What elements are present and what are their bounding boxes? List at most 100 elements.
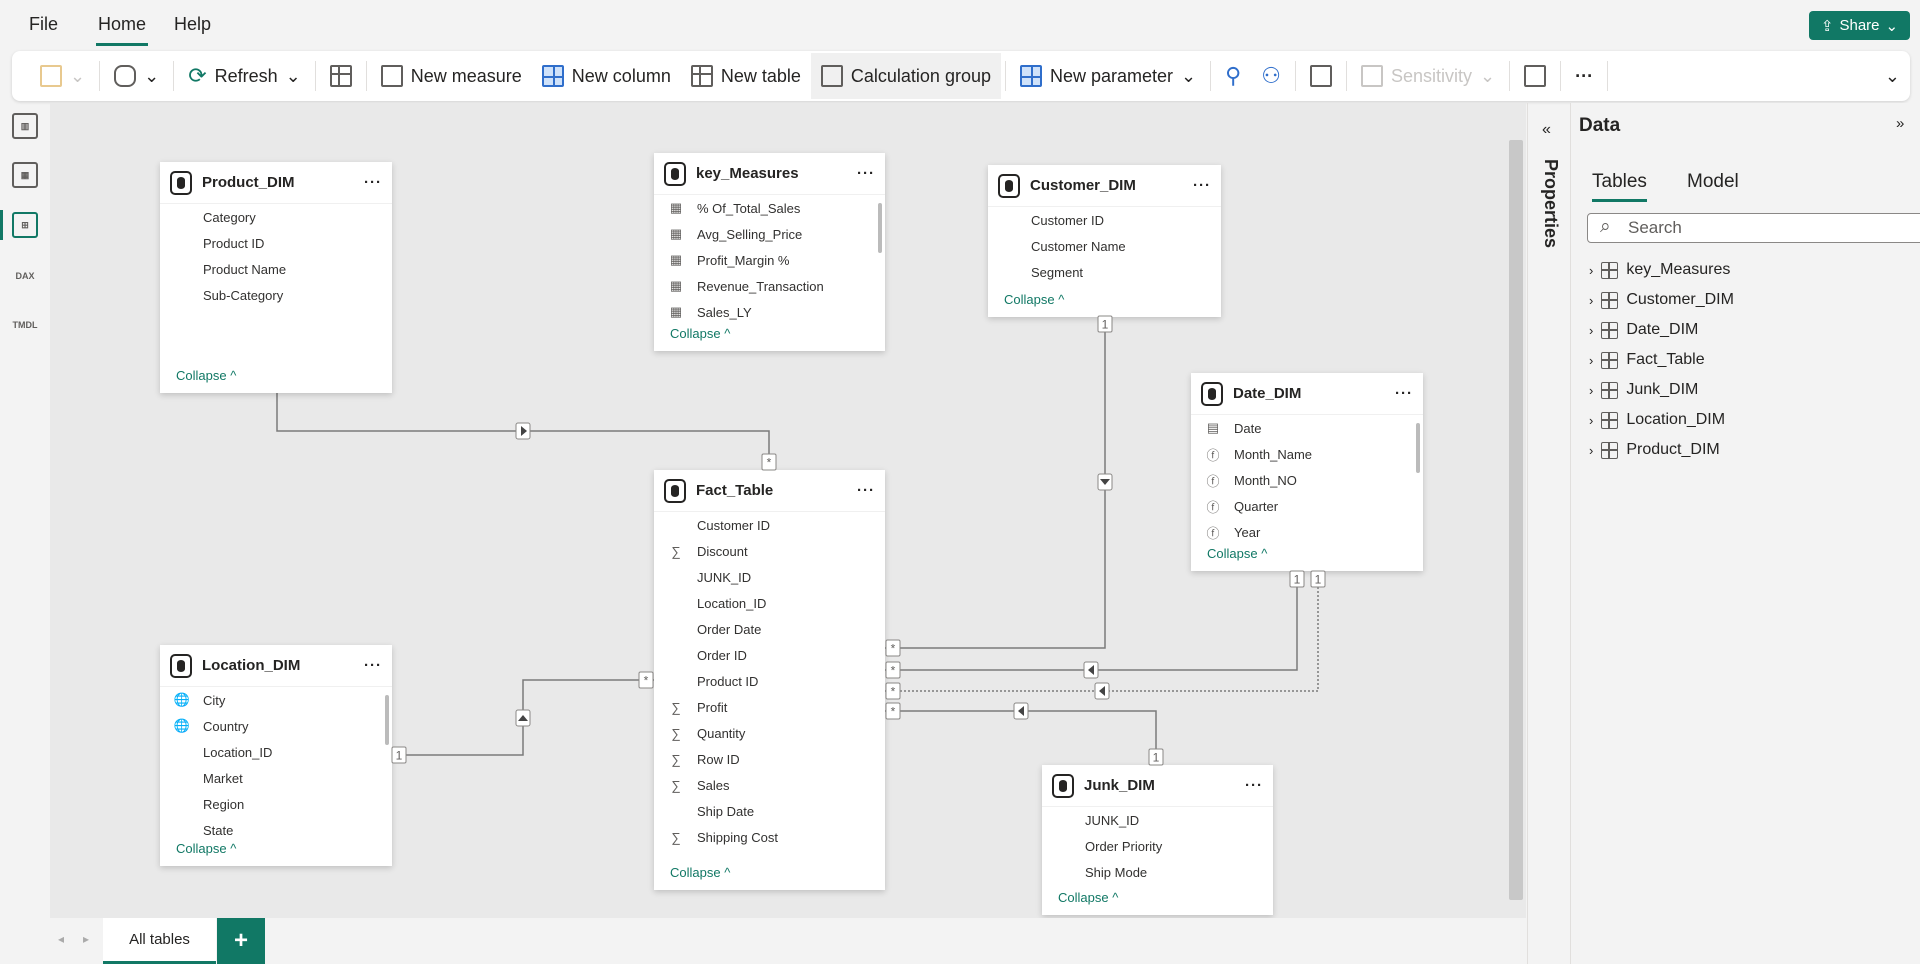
more-options-icon[interactable]: ···: [364, 657, 382, 674]
collapse-link[interactable]: Collapse ^: [670, 326, 730, 341]
vertical-scrollbar[interactable]: [1509, 140, 1523, 900]
table-card-header[interactable]: Product_DIM ···: [160, 162, 392, 204]
field-row[interactable]: Customer ID: [988, 207, 1221, 233]
refresh-button[interactable]: ⟳ Refresh ⌄: [178, 53, 311, 99]
new-column-button[interactable]: New column: [532, 53, 681, 99]
view-as-button[interactable]: ⚇: [1251, 53, 1291, 99]
collapse-link[interactable]: Collapse ^: [176, 368, 236, 383]
properties-label[interactable]: Properties: [1540, 159, 1561, 248]
field-row[interactable]: Location_ID: [160, 739, 392, 765]
collapse-link[interactable]: Collapse ^: [670, 865, 730, 880]
table-card-header[interactable]: key_Measures ···: [654, 153, 885, 195]
field-row[interactable]: Product Name: [160, 256, 392, 282]
chevron-right-icon[interactable]: ›: [1589, 293, 1593, 308]
field-row[interactable]: ⓕ Month_NO: [1191, 467, 1423, 493]
data-tree-item[interactable]: › Fact_Table: [1589, 345, 1705, 375]
table-card-header[interactable]: Junk_DIM ···: [1042, 765, 1273, 807]
table-card-header[interactable]: Fact_Table ···: [654, 470, 885, 512]
field-row[interactable]: ▦ Sales_LY: [654, 299, 885, 325]
more-options-icon[interactable]: ···: [857, 165, 875, 182]
ribbon-expand-button[interactable]: ⌄: [1875, 53, 1910, 99]
data-tree-item[interactable]: › Location_DIM: [1589, 405, 1725, 435]
field-row[interactable]: ▤ Date: [1191, 415, 1423, 441]
field-row[interactable]: ▦ % Of_Total_Sales: [654, 195, 885, 221]
field-row[interactable]: ∑ Sales: [654, 772, 885, 798]
menu-help[interactable]: Help: [172, 14, 213, 43]
table-card-junk[interactable]: Junk_DIM ··· JUNK_ID Order Priority Ship Mod…: [1042, 765, 1273, 915]
field-row[interactable]: State: [160, 817, 392, 843]
field-row[interactable]: ∑ Row ID: [654, 746, 885, 772]
table-card-header[interactable]: Customer_DIM ···: [988, 165, 1221, 207]
data-tree-item[interactable]: › key_Measures: [1589, 255, 1730, 285]
data-tree-item[interactable]: › Customer_DIM: [1589, 285, 1734, 315]
report-view-icon[interactable]: ▥: [12, 113, 38, 139]
model-view-icon[interactable]: ⊞: [12, 212, 38, 238]
card-scrollbar[interactable]: [878, 203, 882, 253]
collapse-link[interactable]: Collapse ^: [176, 841, 236, 856]
field-row[interactable]: Ship Mode: [1042, 859, 1273, 885]
add-layout-button[interactable]: +: [217, 918, 265, 964]
field-row[interactable]: ∑ Shipping Cost: [654, 824, 885, 850]
menu-file[interactable]: File: [27, 14, 60, 43]
field-row[interactable]: ⓕ Year: [1191, 519, 1423, 545]
calculation-group-button[interactable]: Calculation group: [810, 53, 1001, 99]
publish-button[interactable]: [1514, 53, 1556, 99]
collapse-link[interactable]: Collapse ^: [1207, 546, 1267, 561]
menu-home[interactable]: Home: [96, 14, 149, 46]
field-row[interactable]: ⓕ Month_Name: [1191, 441, 1423, 467]
field-row[interactable]: Location_ID: [654, 590, 885, 616]
table-card-header[interactable]: Location_DIM ···: [160, 645, 392, 687]
field-row[interactable]: ∑ Quantity: [654, 720, 885, 746]
tab-model[interactable]: Model: [1687, 171, 1739, 199]
data-tree-item[interactable]: › Date_DIM: [1589, 315, 1698, 345]
scroll-left-icon[interactable]: ◂: [58, 932, 64, 946]
collapse-right-icon[interactable]: »: [1896, 115, 1904, 132]
field-row[interactable]: ∑ Profit: [654, 694, 885, 720]
more-options-icon[interactable]: ···: [1193, 177, 1211, 194]
tab-all-tables[interactable]: All tables: [103, 918, 216, 964]
field-row[interactable]: Category: [160, 204, 392, 230]
more-options-icon[interactable]: ···: [364, 174, 382, 191]
table-card-product[interactable]: Product_DIM ··· Category Product ID Product …: [160, 162, 392, 393]
field-row[interactable]: ⓕ Quarter: [1191, 493, 1423, 519]
field-row[interactable]: Customer ID: [654, 512, 885, 538]
data-tree-item[interactable]: › Product_DIM: [1589, 435, 1720, 465]
share-button[interactable]: ⇪ Share ⌄: [1809, 11, 1910, 40]
more-options-icon[interactable]: ···: [857, 482, 875, 499]
tmdl-view-icon[interactable]: TMDL: [12, 312, 38, 338]
sensitivity-button[interactable]: Sensitivity ⌄: [1351, 53, 1505, 99]
table-card-customer[interactable]: Customer_DIM ··· Customer ID Customer Name S…: [988, 165, 1221, 317]
more-options-icon[interactable]: ···: [1245, 777, 1263, 794]
field-row[interactable]: Sub-Category: [160, 282, 392, 308]
table-card-fact[interactable]: Fact_Table ··· Customer ID ∑ Discount JUNK_ID…: [654, 470, 885, 890]
field-row[interactable]: JUNK_ID: [654, 564, 885, 590]
field-row[interactable]: Product ID: [160, 230, 392, 256]
manage-relationships-button[interactable]: [320, 53, 362, 99]
expand-left-icon[interactable]: «: [1542, 121, 1551, 139]
tab-tables[interactable]: Tables: [1592, 171, 1647, 202]
scroll-right-icon[interactable]: ▸: [83, 932, 89, 946]
new-table-button[interactable]: New table: [681, 53, 811, 99]
field-row[interactable]: Order Date: [654, 616, 885, 642]
field-row[interactable]: Ship Date: [654, 798, 885, 824]
field-row[interactable]: Product ID: [654, 668, 885, 694]
card-scrollbar[interactable]: [385, 695, 389, 745]
table-card-header[interactable]: Date_DIM ···: [1191, 373, 1423, 415]
field-row[interactable]: Segment: [988, 259, 1221, 285]
field-row[interactable]: 🌐 City: [160, 687, 392, 713]
search-input[interactable]: ⌕ Search: [1587, 213, 1920, 243]
dax-query-view-icon[interactable]: DAX: [12, 263, 38, 289]
field-row[interactable]: ▦ Avg_Selling_Price: [654, 221, 885, 247]
collapse-link[interactable]: Collapse ^: [1004, 292, 1064, 307]
field-row[interactable]: ▦ Profit_Margin %: [654, 247, 885, 273]
card-scrollbar[interactable]: [1416, 423, 1420, 473]
more-button[interactable]: ···: [1565, 53, 1603, 99]
table-card-date[interactable]: Date_DIM ··· ▤ Date ⓕ Month_Name ⓕ Month_NO ⓕ Qua…: [1191, 373, 1423, 571]
data-tree-item[interactable]: › Junk_DIM: [1589, 375, 1698, 405]
field-row[interactable]: 🌐 Country: [160, 713, 392, 739]
field-row[interactable]: Customer Name: [988, 233, 1221, 259]
collapse-link[interactable]: Collapse ^: [1058, 890, 1118, 905]
chevron-right-icon[interactable]: ›: [1589, 413, 1593, 428]
paste-button[interactable]: ⌄: [30, 53, 95, 99]
field-row[interactable]: JUNK_ID: [1042, 807, 1273, 833]
